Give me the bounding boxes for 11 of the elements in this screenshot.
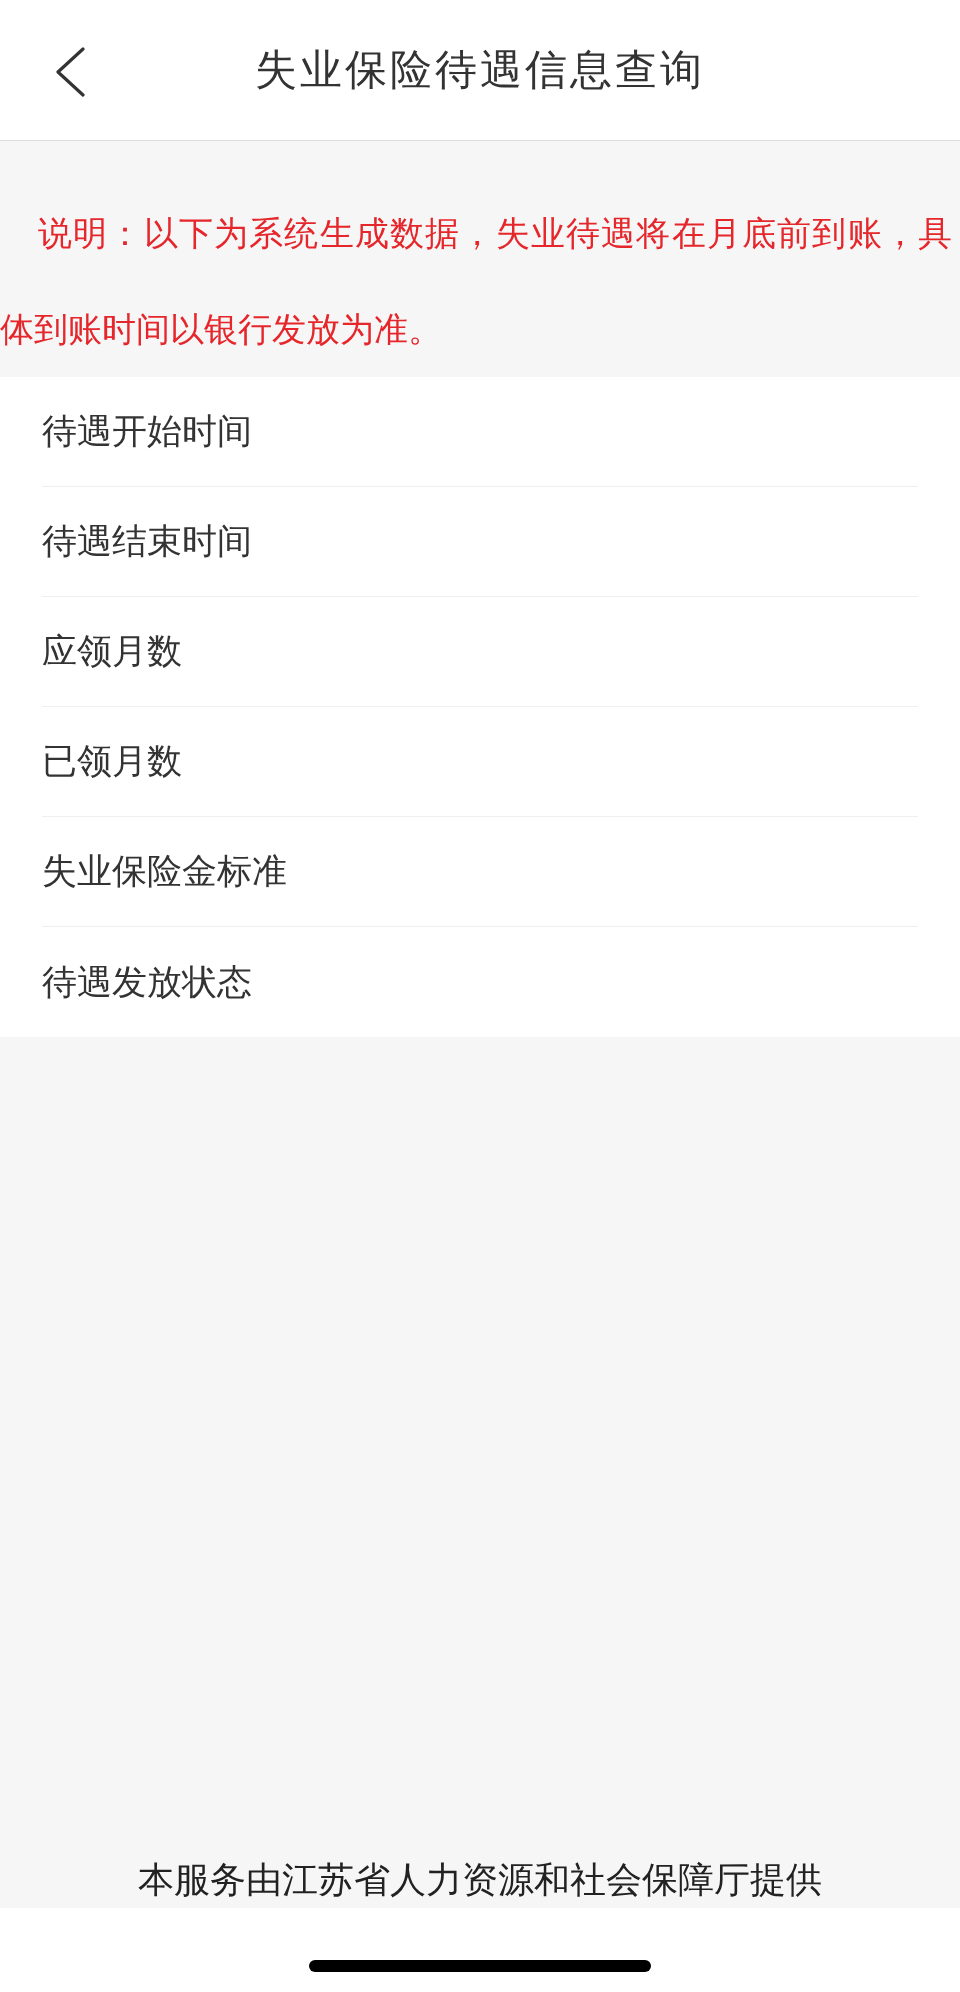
info-label: 待遇结束时间 bbox=[42, 520, 252, 563]
notice-text: 说明：以下为系统生成数据，失业待遇将在月底前到账，具体到账时间以银行发放为准。 bbox=[0, 212, 953, 351]
footer-text: 本服务由江苏省人力资源和社会保障厅提供 bbox=[138, 1858, 822, 1902]
back-button[interactable] bbox=[55, 47, 85, 97]
info-label: 待遇发放状态 bbox=[42, 960, 252, 1004]
chevron-left-icon bbox=[55, 47, 85, 97]
info-label: 待遇开始时间 bbox=[42, 410, 252, 453]
info-label: 失业保险金标准 bbox=[42, 850, 287, 893]
info-label: 已领月数 bbox=[42, 740, 182, 783]
info-label: 应领月数 bbox=[42, 630, 182, 673]
page-title: 失业保险待遇信息查询 bbox=[255, 44, 705, 96]
